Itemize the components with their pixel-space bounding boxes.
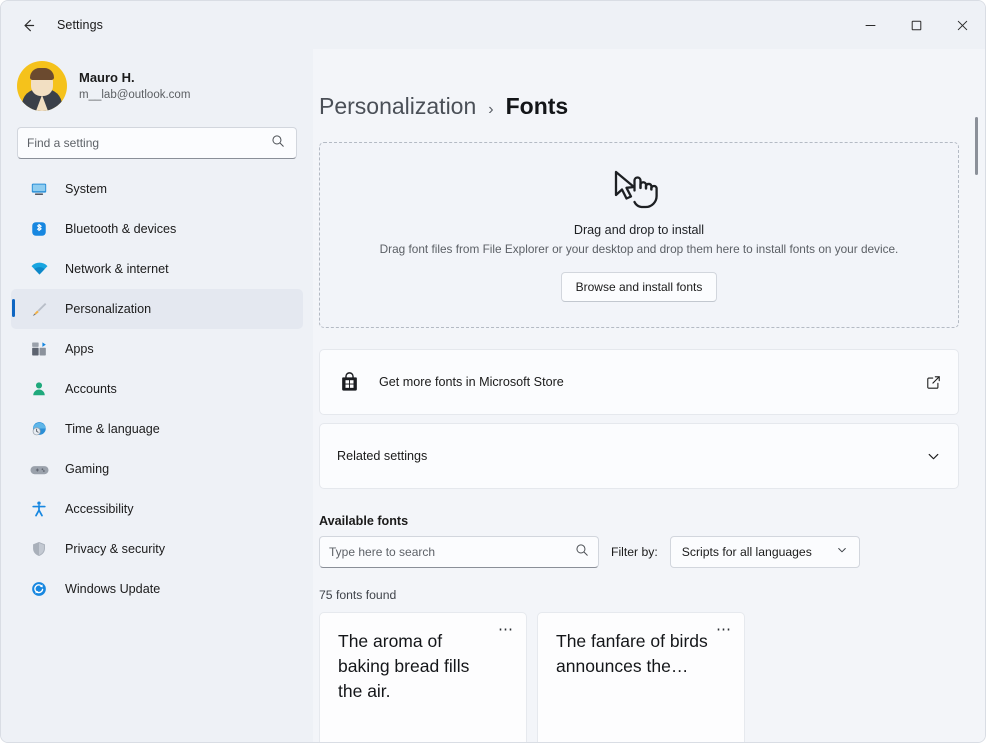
filter-by-dropdown[interactable]: Scripts for all languages xyxy=(670,536,860,568)
get-more-fonts-label: Get more fonts in Microsoft Store xyxy=(379,375,564,389)
account-email: m__lab@outlook.com xyxy=(79,87,190,103)
page-title: Fonts xyxy=(506,93,569,120)
search-box[interactable] xyxy=(17,127,297,159)
font-card[interactable]: The aroma of baking bread fills the air.… xyxy=(319,612,527,742)
fonts-filter-row: Filter by: Scripts for all languages xyxy=(319,536,959,568)
avatar xyxy=(17,61,67,111)
search-input[interactable] xyxy=(27,136,271,150)
account-text: Mauro H. m__lab@outlook.com xyxy=(79,69,190,103)
breadcrumb-separator: › xyxy=(488,101,493,119)
account-name: Mauro H. xyxy=(79,69,190,86)
close-button[interactable] xyxy=(939,1,985,49)
font-grid: The aroma of baking bread fills the air.… xyxy=(319,612,959,742)
breadcrumb-parent[interactable]: Personalization xyxy=(319,93,476,120)
ellipsis-icon[interactable]: ⋯ xyxy=(498,625,514,635)
sidebar-item-label: Accessibility xyxy=(65,502,134,516)
sidebar-item-apps[interactable]: Apps xyxy=(11,329,303,369)
font-search-input[interactable] xyxy=(329,545,575,559)
microsoft-store-icon xyxy=(337,370,361,394)
font-sample-text: The fanfare of birds announces the… xyxy=(556,629,708,679)
sidebar-item-label: Gaming xyxy=(65,462,109,476)
dropzone-title: Drag and drop to install xyxy=(574,223,704,237)
related-settings-label: Related settings xyxy=(337,449,427,463)
accessibility-icon xyxy=(29,499,49,519)
search-icon xyxy=(271,134,287,153)
breadcrumb: Personalization › Fonts xyxy=(319,93,959,120)
sidebar-item-windows-update[interactable]: Windows Update xyxy=(11,569,303,609)
sidebar-search-wrap xyxy=(1,121,313,169)
font-sample-text: The aroma of baking bread fills the air. xyxy=(338,629,490,704)
chevron-down-icon xyxy=(822,543,848,561)
sidebar-item-label: Windows Update xyxy=(65,582,160,596)
main-content: Personalization › Fonts Drag xyxy=(313,49,985,742)
app-title: Settings xyxy=(57,18,103,32)
sidebar-item-privacy-security[interactable]: Privacy & security xyxy=(11,529,303,569)
drag-drop-cursor-icon xyxy=(610,168,668,217)
filter-by-value: Scripts for all languages xyxy=(682,545,812,559)
sidebar-item-system[interactable]: System xyxy=(11,169,303,209)
bluetooth-icon xyxy=(29,219,49,239)
clock-globe-icon xyxy=(29,419,49,439)
settings-window: Settings xyxy=(0,0,986,743)
sidebar-item-label: Network & internet xyxy=(65,262,169,276)
sidebar-item-accounts[interactable]: Accounts xyxy=(11,369,303,409)
person-icon xyxy=(29,379,49,399)
minimize-icon xyxy=(865,20,876,31)
sidebar-item-label: System xyxy=(65,182,107,196)
font-card[interactable]: The fanfare of birds announces the… ⋯ xyxy=(537,612,745,742)
sidebar-item-label: Bluetooth & devices xyxy=(65,222,176,236)
maximize-button[interactable] xyxy=(893,1,939,49)
window-controls xyxy=(847,1,985,49)
main-scrollbar[interactable] xyxy=(971,49,983,742)
shield-icon xyxy=(29,539,49,559)
sidebar: Mauro H. m__lab@outlook.com xyxy=(1,49,313,742)
update-icon xyxy=(29,579,49,599)
fonts-found-count: 75 fonts found xyxy=(319,588,959,602)
sidebar-item-label: Time & language xyxy=(65,422,160,436)
sidebar-item-label: Apps xyxy=(65,342,94,356)
monitor-icon xyxy=(29,179,49,199)
browse-and-install-fonts-button[interactable]: Browse and install fonts xyxy=(561,272,718,302)
ellipsis-icon[interactable]: ⋯ xyxy=(716,625,732,635)
back-button[interactable] xyxy=(11,9,45,41)
paintbrush-icon xyxy=(29,299,49,319)
font-search-box[interactable] xyxy=(319,536,599,568)
sidebar-nav: System Bluetooth & devices xyxy=(1,169,313,609)
minimize-button[interactable] xyxy=(847,1,893,49)
sidebar-item-gaming[interactable]: Gaming xyxy=(11,449,303,489)
window-body: Mauro H. m__lab@outlook.com xyxy=(1,49,985,742)
sidebar-item-network-internet[interactable]: Network & internet xyxy=(11,249,303,289)
get-more-fonts-row[interactable]: Get more fonts in Microsoft Store xyxy=(319,349,959,415)
sidebar-item-label: Privacy & security xyxy=(65,542,165,556)
sidebar-item-time-language[interactable]: Time & language xyxy=(11,409,303,449)
font-dropzone[interactable]: Drag and drop to install Drag font files… xyxy=(319,142,959,328)
arrow-left-icon xyxy=(21,18,36,33)
filter-by-label: Filter by: xyxy=(611,545,658,559)
sidebar-item-label: Personalization xyxy=(65,302,151,316)
scrollbar-thumb[interactable] xyxy=(975,117,978,175)
sidebar-item-label: Accounts xyxy=(65,382,117,396)
wifi-icon xyxy=(29,259,49,279)
sidebar-item-accessibility[interactable]: Accessibility xyxy=(11,489,303,529)
account-card[interactable]: Mauro H. m__lab@outlook.com xyxy=(1,53,313,121)
dropzone-subtitle: Drag font files from File Explorer or yo… xyxy=(380,240,899,258)
available-fonts-heading: Available fonts xyxy=(319,514,959,528)
gamepad-icon xyxy=(29,459,49,479)
maximize-icon xyxy=(911,20,922,31)
title-bar: Settings xyxy=(1,1,985,49)
external-link-icon[interactable] xyxy=(926,375,941,390)
search-icon xyxy=(575,543,589,562)
related-settings-row[interactable]: Related settings xyxy=(319,423,959,489)
chevron-down-icon[interactable] xyxy=(926,449,941,464)
close-icon xyxy=(957,20,968,31)
sidebar-item-personalization[interactable]: Personalization xyxy=(11,289,303,329)
apps-icon xyxy=(29,339,49,359)
sidebar-item-bluetooth-devices[interactable]: Bluetooth & devices xyxy=(11,209,303,249)
